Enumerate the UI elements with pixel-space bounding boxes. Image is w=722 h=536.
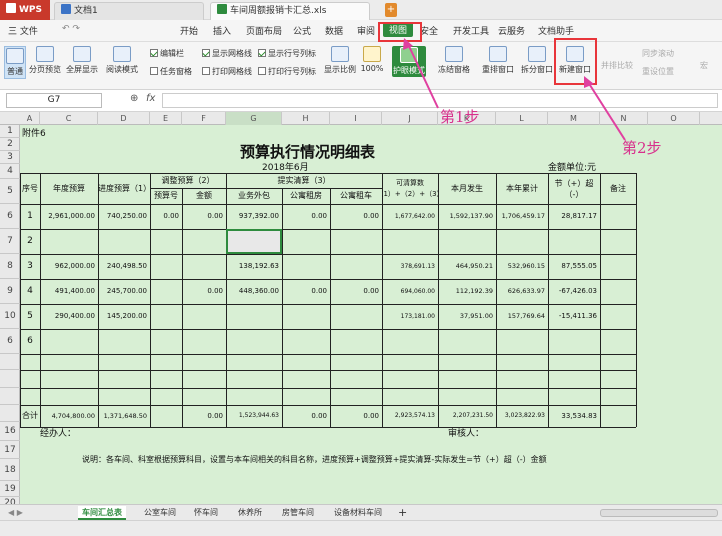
step2-arrow — [587, 81, 626, 141]
step1-arrow — [407, 43, 439, 109]
step2-arrowhead — [584, 76, 594, 88]
annotation-arrows — [403, 38, 626, 141]
step1-arrowhead — [403, 38, 413, 50]
